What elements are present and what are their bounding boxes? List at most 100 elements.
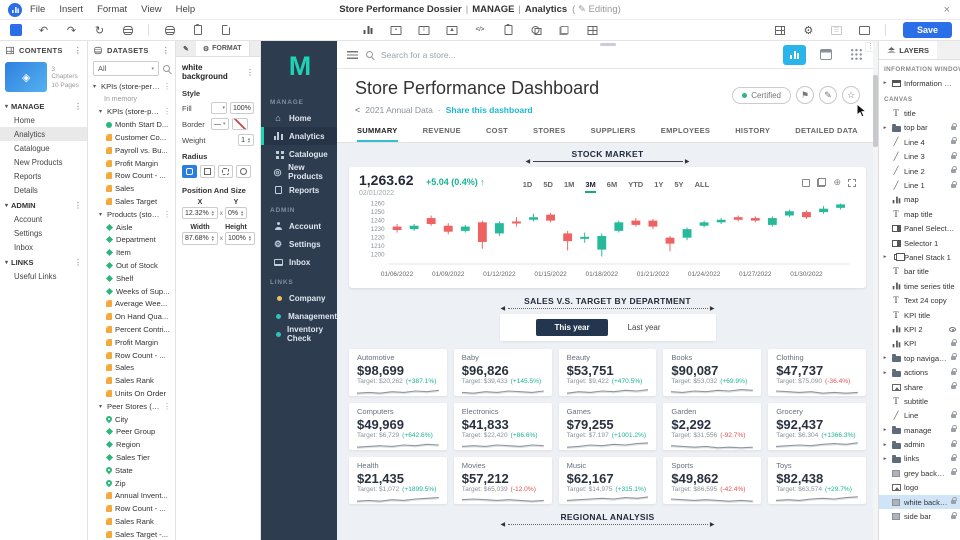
lock-icon[interactable] bbox=[951, 439, 957, 447]
layer-line-1[interactable]: ╱ Line 1 bbox=[879, 178, 960, 192]
layer-side-bar[interactable]: side bar bbox=[879, 509, 960, 523]
sidebar-item-new-products[interactable]: ◎ New Products bbox=[261, 163, 337, 181]
contents-item-analytics[interactable]: Analytics bbox=[0, 127, 87, 141]
dataset-attr-out-of-stock[interactable]: Out of Stock bbox=[88, 259, 175, 272]
lock-icon[interactable] bbox=[951, 382, 957, 389]
sidebar-item-management[interactable]: Management bbox=[261, 307, 337, 325]
chevron-right-icon[interactable]: ▸ bbox=[882, 254, 888, 260]
contents-item-catalogue[interactable]: Catalogue bbox=[0, 141, 87, 155]
contents-section-manage[interactable]: ▾ MANAGE ⋮ bbox=[0, 98, 87, 113]
view-settings-button[interactable]: ⚙ bbox=[801, 23, 816, 37]
dataset-button[interactable] bbox=[162, 23, 177, 37]
layer-kpi[interactable]: KPI bbox=[879, 337, 960, 351]
lock-icon[interactable] bbox=[951, 468, 957, 476]
layer-information-window-1[interactable]: ▸ Information Window 1 bbox=[879, 76, 960, 90]
toggle-last-year[interactable]: Last year bbox=[610, 319, 679, 336]
sidebar-item-settings[interactable]: ⚙ Settings bbox=[261, 235, 337, 253]
menu-view[interactable]: View bbox=[141, 4, 161, 15]
favorite-button[interactable]: ☆ bbox=[842, 86, 860, 104]
contents-item-details[interactable]: Details bbox=[0, 183, 87, 197]
tab-format[interactable]: ⚙ FORMAT bbox=[195, 41, 250, 56]
fill-color-select[interactable]: ▾ bbox=[211, 102, 227, 114]
visibility-icon[interactable] bbox=[949, 326, 956, 332]
contents-item-new-products[interactable]: New Products bbox=[0, 155, 87, 169]
dataset-attr-sales-tier[interactable]: Sales Tier bbox=[88, 451, 175, 464]
radius-circle-button[interactable] bbox=[236, 165, 251, 179]
insert-visualization-button[interactable] bbox=[361, 23, 376, 37]
dataset-metric-profit-margin[interactable]: Profit Margin bbox=[88, 157, 175, 170]
dataset-note-in-memory[interactable]: In memory bbox=[88, 93, 175, 106]
lock-icon[interactable] bbox=[951, 511, 957, 519]
insert-card-button[interactable]: ▪ bbox=[389, 23, 404, 37]
insert-html-button[interactable]: </> bbox=[473, 23, 488, 37]
kpi-card-sports[interactable]: Sports $49,862 Target: $86,595 (-42.4%) bbox=[663, 457, 762, 504]
lock-icon[interactable] bbox=[951, 137, 957, 145]
tab-detailed-data[interactable]: DETAILED DATA bbox=[795, 119, 858, 142]
layer-line-4[interactable]: ╱ Line 4 bbox=[879, 135, 960, 149]
kpi-card-garden[interactable]: Garden $2,292 Target: $31,556 (-92.7%) bbox=[663, 403, 762, 450]
sidebar-item-analytics[interactable]: Analytics bbox=[261, 127, 337, 145]
lock-icon[interactable] bbox=[951, 453, 957, 461]
tab-cost[interactable]: COST bbox=[486, 119, 508, 142]
add-dataset-button[interactable] bbox=[120, 23, 135, 37]
tab-employees[interactable]: EMPLOYEES bbox=[661, 119, 710, 142]
edit-button[interactable]: ✎ bbox=[819, 86, 837, 104]
app-logo-icon[interactable] bbox=[8, 2, 22, 17]
tab-suppliers[interactable]: SUPPLIERS bbox=[591, 119, 636, 142]
select-tool-button[interactable] bbox=[8, 23, 23, 37]
page-layout-button[interactable] bbox=[773, 23, 788, 37]
sidebar-item-catalogue[interactable]: Catalogue bbox=[261, 145, 337, 163]
insert-shape-button[interactable] bbox=[529, 23, 544, 37]
fill-opacity-input[interactable]: 100% bbox=[230, 102, 254, 114]
layer-title[interactable]: Ttitle bbox=[879, 106, 960, 120]
section-menu-icon[interactable]: ⋮ bbox=[74, 102, 82, 111]
dataset-metric-row-count[interactable]: Row Count - ... bbox=[88, 502, 175, 515]
lock-icon[interactable] bbox=[951, 180, 957, 188]
x-position-input[interactable]: 12.32% ▲ ▼ bbox=[182, 207, 218, 220]
weight-input[interactable]: 1 ▲ ▼ bbox=[238, 134, 254, 147]
tab-edit-icon[interactable]: ✎ bbox=[176, 41, 196, 56]
menu-insert[interactable]: Insert bbox=[59, 4, 83, 15]
tab-revenue[interactable]: REVENUE bbox=[423, 119, 461, 142]
dataset-attr-region[interactable]: Region bbox=[88, 438, 175, 451]
refresh-button[interactable]: ↻ bbox=[92, 23, 107, 37]
radius-sharp-button[interactable] bbox=[200, 165, 215, 179]
insert-panel-stack-button[interactable] bbox=[557, 23, 572, 37]
kpi-card-music[interactable]: Music $62,167 Target: $14,975 (+315.1%) bbox=[558, 457, 657, 504]
contents-menu-icon[interactable]: ⋮ bbox=[74, 46, 82, 55]
dataset-geo-city[interactable]: City bbox=[88, 413, 175, 426]
redo-button[interactable]: ↷ bbox=[64, 23, 79, 37]
zoom-box-icon[interactable] bbox=[802, 178, 811, 187]
sidebar-item-account[interactable]: Account bbox=[261, 217, 337, 235]
lock-icon[interactable] bbox=[951, 353, 957, 361]
dataset-attr-weeks-of-sup[interactable]: Weeks of Sup... bbox=[88, 285, 175, 298]
layer-actions[interactable]: ▸ actions bbox=[879, 365, 960, 379]
chevron-right-icon[interactable]: ▸ bbox=[882, 427, 888, 433]
sidebar-item-inbox[interactable]: Inbox bbox=[261, 253, 337, 271]
range-5d[interactable]: 5D bbox=[543, 180, 553, 193]
dataset-metric-sales[interactable]: Sales bbox=[88, 182, 175, 195]
dataset-geo-state[interactable]: State bbox=[88, 464, 175, 477]
lock-icon[interactable] bbox=[951, 367, 957, 375]
layer-share[interactable]: share bbox=[879, 380, 960, 394]
contents-section-links[interactable]: ▾ LINKS ⋮ bbox=[0, 254, 87, 269]
y-position-input[interactable]: 0% ▲ ▼ bbox=[224, 207, 248, 220]
dataset-group-products-store-p[interactable]: ▾ Products (store-p...⋮ bbox=[88, 208, 175, 221]
chevron-right-icon[interactable]: ▸ bbox=[882, 80, 888, 86]
paste-button[interactable] bbox=[190, 23, 205, 37]
kpi-card-games[interactable]: Games $79,255 Target: $7,197 (+1001.2%) bbox=[558, 403, 657, 450]
border-color-select[interactable] bbox=[231, 118, 248, 130]
tab-summary[interactable]: SUMMARY bbox=[357, 119, 398, 142]
certified-badge[interactable]: Certified bbox=[732, 86, 791, 104]
layer-text-24-copy[interactable]: T Text 24 copy bbox=[879, 293, 960, 307]
dataset-metric-average-wee[interactable]: Average Wee... bbox=[88, 298, 175, 311]
dataset-root-kpis-store-perform[interactable]: ▾ KPIs (store-perform...⋮ bbox=[88, 80, 175, 93]
kpi-card-books[interactable]: Books $90,087 Target: $53,032 (+69.9%) bbox=[663, 349, 762, 396]
dataset-metric-row-count[interactable]: Row Count - ... bbox=[88, 170, 175, 183]
breadcrumb-chapter[interactable]: MANAGE bbox=[472, 4, 514, 15]
kpi-card-health[interactable]: Health $21,435 Target: $1,072 (+1899.5%) bbox=[349, 457, 447, 504]
layer-grey-background[interactable]: grey background bbox=[879, 466, 960, 480]
range-ytd[interactable]: YTD bbox=[628, 180, 643, 193]
dataset-metric-sales-target[interactable]: Sales Target -... bbox=[88, 528, 175, 540]
hamburger-icon[interactable] bbox=[347, 50, 358, 59]
